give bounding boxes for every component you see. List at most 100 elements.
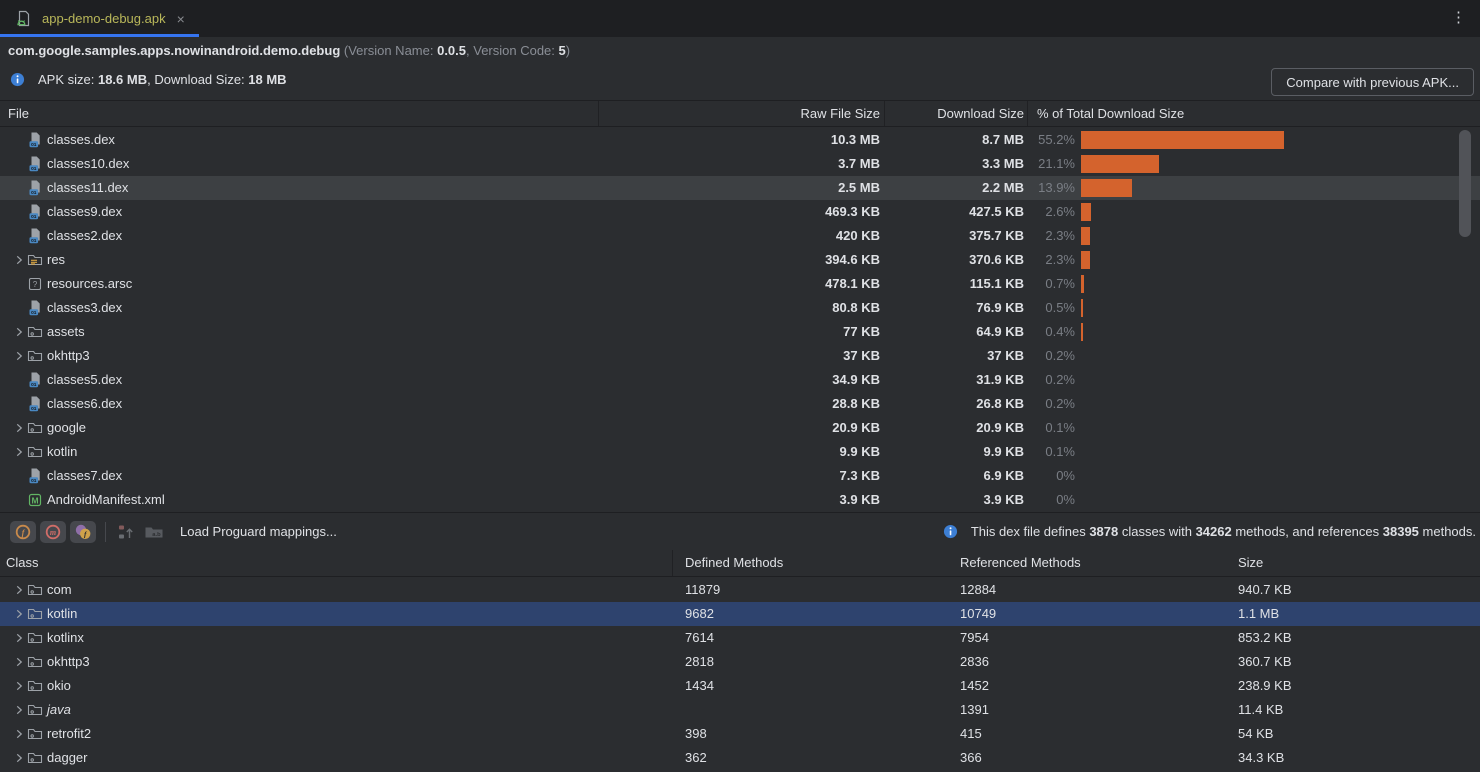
package-folder-icon bbox=[27, 726, 47, 742]
class-row[interactable]: kotlinx76147954853.2 KB bbox=[0, 626, 1480, 650]
class-row[interactable]: dagger36236634.3 KB bbox=[0, 746, 1480, 770]
file-row[interactable]: 01classes7.dex7.3 KB6.9 KB0% bbox=[0, 464, 1480, 488]
referenced-methods-cell: 2836 bbox=[960, 650, 989, 674]
package-folder-icon bbox=[27, 582, 47, 598]
size-cell: 1.1 MB bbox=[1238, 602, 1279, 626]
file-row[interactable]: 01classes10.dex3.7 MB3.3 MB21.1% bbox=[0, 152, 1480, 176]
compare-with-previous-apk-button[interactable]: Compare with previous APK... bbox=[1271, 68, 1474, 96]
file-row[interactable]: kotlin9.9 KB9.9 KB0.1% bbox=[0, 440, 1480, 464]
column-header-defined-methods[interactable]: Defined Methods bbox=[685, 550, 783, 576]
class-row[interactable]: java139111.4 KB bbox=[0, 698, 1480, 722]
package-view-icon[interactable]: a.b bbox=[142, 521, 166, 543]
vertical-scrollbar-thumb[interactable] bbox=[1459, 130, 1471, 237]
column-header-size[interactable]: Size bbox=[1238, 550, 1263, 576]
chevron-right-icon[interactable] bbox=[10, 654, 27, 670]
column-header-raw-file-size[interactable]: Raw File Size bbox=[600, 101, 880, 127]
chevron-right-icon[interactable] bbox=[10, 252, 27, 268]
show-methods-toggle[interactable]: m bbox=[40, 521, 66, 543]
chevron-placeholder bbox=[10, 396, 27, 412]
referenced-methods-cell: 1452 bbox=[960, 674, 989, 698]
column-header-download-size[interactable]: Download Size bbox=[890, 101, 1024, 127]
chevron-right-icon[interactable] bbox=[10, 444, 27, 460]
kebab-menu-icon[interactable]: ⋮ bbox=[1451, 9, 1466, 27]
referenced-methods-cell: 12884 bbox=[960, 578, 996, 602]
folder-icon bbox=[27, 348, 47, 364]
folder-icon bbox=[27, 324, 47, 340]
percent-cell: 0% bbox=[1000, 488, 1075, 512]
file-row[interactable]: assets77 KB64.9 KB0.4% bbox=[0, 320, 1480, 344]
load-proguard-mappings-button[interactable]: Load Proguard mappings... bbox=[180, 524, 337, 539]
classes-count: 3878 bbox=[1089, 524, 1118, 539]
tab-apk-file[interactable]: app-demo-debug.apk × bbox=[0, 0, 199, 37]
percent-cell: 0.1% bbox=[1000, 416, 1075, 440]
package-folder-icon bbox=[27, 654, 47, 670]
file-row[interactable]: res394.6 KB370.6 KB2.3% bbox=[0, 248, 1480, 272]
percent-cell: 2.3% bbox=[1000, 248, 1075, 272]
file-row[interactable]: 01classes9.dex469.3 KB427.5 KB2.6% bbox=[0, 200, 1480, 224]
chevron-right-icon[interactable] bbox=[10, 726, 27, 742]
download-size-value: 18 MB bbox=[248, 72, 286, 87]
column-header-file[interactable]: File bbox=[8, 101, 29, 127]
chevron-right-icon[interactable] bbox=[10, 420, 27, 436]
info-icon bbox=[10, 71, 30, 87]
package-name: com.google.samples.apps.nowinandroid.dem… bbox=[8, 43, 340, 58]
column-header-class[interactable]: Class bbox=[6, 550, 39, 576]
dex-icon: 01 bbox=[27, 300, 47, 316]
file-row[interactable]: MAndroidManifest.xml3.9 KB3.9 KB0% bbox=[0, 488, 1480, 512]
file-row[interactable]: ?resources.arsc478.1 KB115.1 KB0.7% bbox=[0, 272, 1480, 296]
file-name-cell: okhttp3 bbox=[10, 344, 90, 368]
percent-cell: 2.3% bbox=[1000, 224, 1075, 248]
class-row[interactable]: retrofit239841554 KB bbox=[0, 722, 1480, 746]
chevron-right-icon[interactable] bbox=[10, 348, 27, 364]
file-table-header: File Raw File Size Download Size % of To… bbox=[0, 100, 1480, 127]
class-row[interactable]: com1187912884940.7 KB bbox=[0, 578, 1480, 602]
tab-label: app-demo-debug.apk bbox=[42, 11, 166, 26]
chevron-right-icon[interactable] bbox=[10, 750, 27, 766]
apk-size-value: 18.6 MB bbox=[98, 72, 147, 87]
class-name: retrofit2 bbox=[47, 722, 91, 746]
show-fields-toggle[interactable]: f bbox=[10, 521, 36, 543]
file-row[interactable]: 01classes3.dex80.8 KB76.9 KB0.5% bbox=[0, 296, 1480, 320]
file-row[interactable]: google20.9 KB20.9 KB0.1% bbox=[0, 416, 1480, 440]
file-row[interactable]: 01classes.dex10.3 MB8.7 MB55.2% bbox=[0, 128, 1480, 152]
package-folder-icon bbox=[27, 606, 47, 622]
svg-text:a.b: a.b bbox=[152, 532, 161, 538]
chevron-placeholder bbox=[10, 180, 27, 196]
percent-bar bbox=[1081, 179, 1132, 197]
chevron-right-icon[interactable] bbox=[10, 582, 27, 598]
raw-size-cell: 10.3 MB bbox=[600, 128, 880, 152]
dex-icon: 01 bbox=[27, 228, 47, 244]
file-row[interactable]: 01classes11.dex2.5 MB2.2 MB13.9% bbox=[0, 176, 1480, 200]
percent-cell: 13.9% bbox=[1000, 176, 1075, 200]
percent-cell: 0.7% bbox=[1000, 272, 1075, 296]
class-row[interactable]: kotlin9682107491.1 MB bbox=[0, 602, 1480, 626]
column-header-percent-of-total[interactable]: % of Total Download Size bbox=[1037, 101, 1184, 127]
sort-tree-icon[interactable] bbox=[114, 521, 138, 543]
chevron-right-icon[interactable] bbox=[10, 678, 27, 694]
chevron-right-icon[interactable] bbox=[10, 702, 27, 718]
percent-cell: 2.6% bbox=[1000, 200, 1075, 224]
file-row[interactable]: 01classes2.dex420 KB375.7 KB2.3% bbox=[0, 224, 1480, 248]
chevron-right-icon[interactable] bbox=[10, 606, 27, 622]
chevron-right-icon[interactable] bbox=[10, 630, 27, 646]
dex-icon: 01 bbox=[27, 180, 47, 196]
dex-info-part: classes with bbox=[1118, 524, 1195, 539]
file-name: classes10.dex bbox=[47, 152, 129, 176]
file-row[interactable]: 01classes6.dex28.8 KB26.8 KB0.2% bbox=[0, 392, 1480, 416]
referenced-methods-cell: 10749 bbox=[960, 602, 996, 626]
file-name-cell: res bbox=[10, 248, 65, 272]
tab-close-icon[interactable]: × bbox=[177, 11, 185, 27]
file-row[interactable]: okhttp337 KB37 KB0.2% bbox=[0, 344, 1480, 368]
class-name-cell: okhttp3 bbox=[10, 650, 90, 674]
percent-cell: 0.5% bbox=[1000, 296, 1075, 320]
manifest-icon: M bbox=[27, 492, 47, 508]
chevron-placeholder bbox=[10, 132, 27, 148]
raw-size-cell: 9.9 KB bbox=[600, 440, 880, 464]
file-row[interactable]: 01classes5.dex34.9 KB31.9 KB0.2% bbox=[0, 368, 1480, 392]
column-header-referenced-methods[interactable]: Referenced Methods bbox=[960, 550, 1081, 576]
show-references-toggle[interactable]: f bbox=[70, 521, 96, 543]
class-row[interactable]: okio14341452238.9 KB bbox=[0, 674, 1480, 698]
percent-cell: 55.2% bbox=[1000, 128, 1075, 152]
class-row[interactable]: okhttp328182836360.7 KB bbox=[0, 650, 1480, 674]
chevron-right-icon[interactable] bbox=[10, 324, 27, 340]
